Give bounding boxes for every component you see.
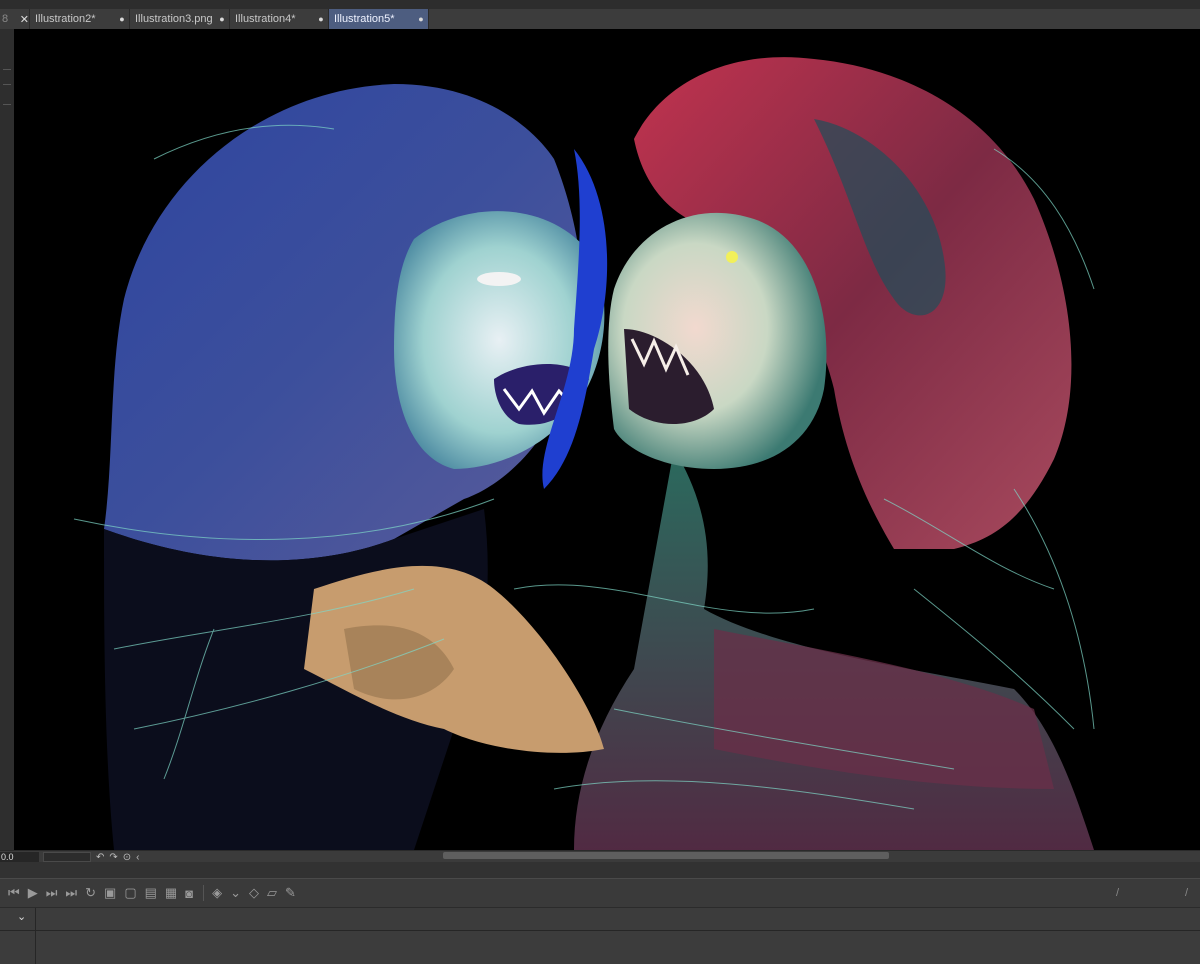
first-frame-icon[interactable]: ⏮ — [8, 885, 20, 901]
horizontal-scrollbar[interactable] — [443, 852, 889, 859]
next-frame-icon[interactable]: ⏭ — [46, 885, 58, 901]
collapse-icon[interactable]: ‹ — [136, 852, 139, 863]
transform-icon[interactable]: ▱ — [267, 885, 277, 901]
tab-label: 8 — [2, 13, 9, 25]
timeline-marker-icon[interactable]: / — [1116, 887, 1119, 899]
tab-label: Illustration5* — [334, 13, 395, 25]
last-frame-icon[interactable]: ⏭ — [65, 885, 77, 901]
timeline-panel: ⌄ — [0, 908, 1200, 964]
rotate-right-icon[interactable]: ↷ — [109, 852, 117, 863]
timeline-toolbar: ⏮ ▶ ⏭ ⏭ ↻ ▣ ▢ ▤ ▦ ◙ ◈ ⌄ ◇ ▱ ✎ / / — [0, 879, 1200, 908]
play-icon[interactable]: ▶ — [28, 885, 38, 901]
close-icon[interactable]: ✕ — [20, 13, 29, 26]
tab-label: Illustration4* — [235, 13, 296, 25]
fill-icon[interactable]: ◇ — [249, 885, 259, 901]
timeline-marker-icon[interactable]: / — [1185, 887, 1188, 899]
tab-label: Illustration3.png — [135, 13, 213, 25]
modified-dot-icon: ● — [418, 14, 424, 24]
zoom-input[interactable]: 0.0 — [0, 852, 39, 862]
document-tab-bar: 8 ✕ Illustration2* ● Illustration3.png ●… — [0, 9, 1200, 30]
new-folder-icon[interactable]: ▢ — [124, 885, 136, 901]
zoom-slider[interactable] — [43, 852, 91, 862]
pen-icon[interactable]: ✎ — [285, 885, 296, 901]
chevron-down-icon[interactable]: ⌄ — [17, 910, 26, 923]
rotate-left-icon[interactable]: ↶ — [96, 852, 104, 863]
keyframe-icon[interactable]: ◈ — [212, 885, 222, 901]
tab-illustration3[interactable]: Illustration3.png ● — [130, 9, 230, 29]
new-cel-icon[interactable]: ▣ — [104, 885, 116, 901]
modified-dot-icon: ● — [318, 14, 324, 24]
dropdown-icon[interactable]: ⌄ — [230, 885, 241, 901]
canvas-ruler — [0, 29, 14, 850]
onion-skin-icon[interactable]: ◙ — [185, 886, 193, 901]
artwork-illustration — [73, 57, 1095, 850]
tab-label: Illustration2* — [35, 13, 96, 25]
toolbar-separator — [203, 885, 205, 901]
reset-view-icon[interactable]: ⊙ — [123, 852, 131, 863]
tab-illustration5[interactable]: Illustration5* ● — [329, 9, 429, 29]
modified-dot-icon: ● — [219, 14, 225, 24]
timeline-row-divider — [0, 930, 1200, 931]
panel-divider — [0, 862, 1200, 879]
tab-partial[interactable]: 8 ✕ — [0, 9, 30, 29]
tab-illustration4[interactable]: Illustration4* ● — [230, 9, 329, 29]
tab-illustration2[interactable]: Illustration2* ● — [30, 9, 130, 29]
new-layer-icon[interactable]: ▤ — [145, 885, 157, 901]
loop-icon[interactable]: ↻ — [85, 885, 96, 901]
drawing-canvas[interactable] — [14, 29, 1200, 850]
modified-dot-icon: ● — [119, 14, 125, 24]
timeline-divider — [35, 908, 36, 964]
delete-icon[interactable]: ▦ — [165, 885, 177, 901]
